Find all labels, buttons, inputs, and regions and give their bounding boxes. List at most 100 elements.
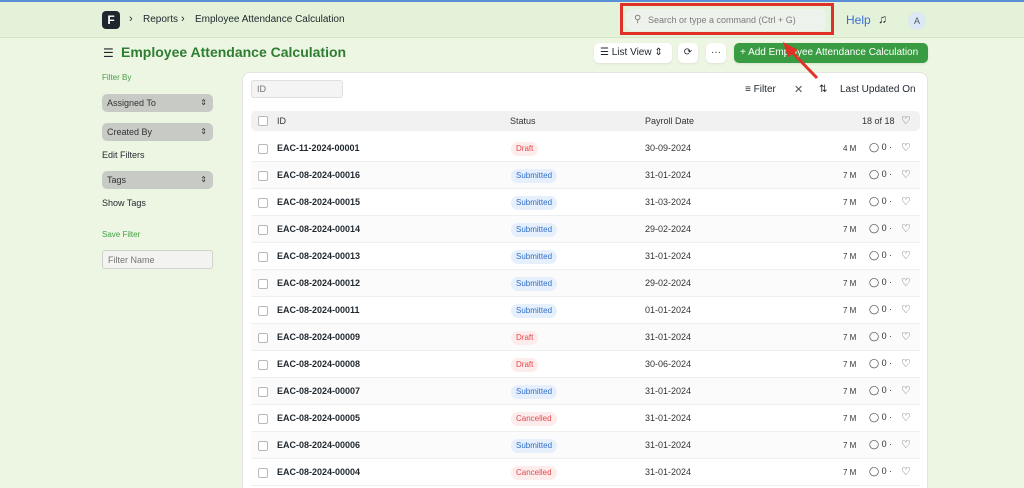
heart-icon[interactable]: ♡ xyxy=(901,465,911,478)
row-id[interactable]: EAC-11-2024-00001 xyxy=(277,143,360,153)
sort-icon[interactable]: ⇅ xyxy=(819,84,827,95)
breadcrumb-current[interactable]: Employee Attendance Calculation xyxy=(195,14,345,25)
row-modified: 7 M xyxy=(843,414,857,423)
row-checkbox[interactable] xyxy=(258,468,268,478)
table-row[interactable]: EAC-11-2024-00001 Draft 30-09-2024 4 M ◯… xyxy=(251,135,920,162)
row-id[interactable]: EAC-08-2024-00006 xyxy=(277,440,360,450)
heart-icon[interactable]: ♡ xyxy=(901,114,911,127)
filter-button[interactable]: ≡ Filter xyxy=(745,84,776,95)
heart-icon[interactable]: ♡ xyxy=(901,411,911,424)
row-payroll-date: 31-01-2024 xyxy=(645,170,692,180)
avatar[interactable]: A xyxy=(908,12,926,30)
app-logo[interactable]: F xyxy=(102,11,120,29)
row-checkbox[interactable] xyxy=(258,252,268,262)
table-row[interactable]: EAC-08-2024-00011 Submitted 01-01-2024 7… xyxy=(251,297,920,324)
id-filter-input[interactable] xyxy=(251,80,343,98)
row-checkbox[interactable] xyxy=(258,144,268,154)
assigned-to-select[interactable]: Assigned To ⇕ xyxy=(102,94,213,112)
heart-icon[interactable]: ♡ xyxy=(901,195,911,208)
row-id[interactable]: EAC-08-2024-00011 xyxy=(277,305,360,315)
row-modified: 7 M xyxy=(843,225,857,234)
add-button[interactable]: + Add Employee Attendance Calculation xyxy=(734,43,928,63)
heart-icon[interactable]: ♡ xyxy=(901,438,911,451)
row-id[interactable]: EAC-08-2024-00014 xyxy=(277,224,360,234)
created-by-select[interactable]: Created By ⇕ xyxy=(102,123,213,141)
breadcrumb-reports[interactable]: Reports xyxy=(143,14,178,25)
row-checkbox[interactable] xyxy=(258,279,268,289)
row-id[interactable]: EAC-08-2024-00013 xyxy=(277,251,360,261)
row-modified: 7 M xyxy=(843,360,857,369)
col-status: Status xyxy=(510,116,536,126)
row-checkbox[interactable] xyxy=(258,441,268,451)
comment-icon: ◯ xyxy=(869,304,880,314)
heart-icon[interactable]: ♡ xyxy=(901,141,911,154)
refresh-button[interactable]: ⟳ xyxy=(678,43,698,63)
row-payroll-date: 31-01-2024 xyxy=(645,413,692,423)
table-row[interactable]: EAC-08-2024-00014 Submitted 29-02-2024 7… xyxy=(251,216,920,243)
row-payroll-date: 31-01-2024 xyxy=(645,440,692,450)
row-checkbox[interactable] xyxy=(258,360,268,370)
filter-by-heading: Filter By xyxy=(102,73,132,82)
filter-name-input[interactable] xyxy=(102,250,213,269)
row-checkbox[interactable] xyxy=(258,414,268,424)
edit-filters-link[interactable]: Edit Filters xyxy=(102,150,145,160)
heart-icon[interactable]: ♡ xyxy=(901,384,911,397)
row-modified: 7 M xyxy=(843,306,857,315)
row-checkbox[interactable] xyxy=(258,225,268,235)
row-checkbox[interactable] xyxy=(258,333,268,343)
row-id[interactable]: EAC-08-2024-00009 xyxy=(277,332,360,342)
row-payroll-date: 30-09-2024 xyxy=(645,143,692,153)
show-tags-link[interactable]: Show Tags xyxy=(102,198,146,208)
table-row[interactable]: EAC-08-2024-00004 Cancelled 31-01-2024 7… xyxy=(251,459,920,486)
list-view-button[interactable]: ☰ List View ⇕ xyxy=(594,43,672,63)
menu-icon[interactable]: ☰ xyxy=(103,46,114,60)
heart-icon[interactable]: ♡ xyxy=(901,222,911,235)
row-checkbox[interactable] xyxy=(258,306,268,316)
row-id[interactable]: EAC-08-2024-00005 xyxy=(277,413,360,423)
heart-icon[interactable]: ♡ xyxy=(901,330,911,343)
updown-icon: ⇕ xyxy=(200,98,207,107)
row-id[interactable]: EAC-08-2024-00007 xyxy=(277,386,360,396)
table-row[interactable]: EAC-08-2024-00009 Draft 31-01-2024 7 M ◯… xyxy=(251,324,920,351)
comment-icon: ◯ xyxy=(869,169,880,179)
row-checkbox[interactable] xyxy=(258,198,268,208)
chevron-right-icon: › xyxy=(181,13,185,25)
bell-icon[interactable]: ♫ xyxy=(878,12,887,26)
heart-icon[interactable]: ♡ xyxy=(901,168,911,181)
comment-count: ◯ 0 · xyxy=(869,412,893,422)
heart-icon[interactable]: ♡ xyxy=(901,303,911,316)
row-id[interactable]: EAC-08-2024-00008 xyxy=(277,359,360,369)
row-checkbox[interactable] xyxy=(258,387,268,397)
comment-count: ◯ 0 · xyxy=(869,439,893,449)
heart-icon[interactable]: ♡ xyxy=(901,276,911,289)
heart-icon[interactable]: ♡ xyxy=(901,357,911,370)
row-id[interactable]: EAC-08-2024-00004 xyxy=(277,467,360,477)
heart-icon[interactable]: ♡ xyxy=(901,249,911,262)
table-row[interactable]: EAC-08-2024-00013 Submitted 31-01-2024 7… xyxy=(251,243,920,270)
clear-filter-icon[interactable]: ✕ xyxy=(794,83,803,96)
comment-value: 0 xyxy=(881,304,887,314)
row-id[interactable]: EAC-08-2024-00012 xyxy=(277,278,360,288)
comment-value: 0 xyxy=(881,142,887,152)
table-row[interactable]: EAC-08-2024-00006 Submitted 31-01-2024 7… xyxy=(251,432,920,459)
row-id[interactable]: EAC-08-2024-00016 xyxy=(277,170,360,180)
table-row[interactable]: EAC-08-2024-00008 Draft 30-06-2024 7 M ◯… xyxy=(251,351,920,378)
help-link[interactable]: Help xyxy=(846,13,871,27)
more-button[interactable]: ··· xyxy=(706,43,726,63)
table-row[interactable]: EAC-08-2024-00012 Submitted 29-02-2024 7… xyxy=(251,270,920,297)
row-payroll-date: 31-01-2024 xyxy=(645,332,692,342)
table-row[interactable]: EAC-08-2024-00005 Cancelled 31-01-2024 7… xyxy=(251,405,920,432)
filter-icon: ≡ xyxy=(745,84,751,95)
row-checkbox[interactable] xyxy=(258,171,268,181)
comment-count: ◯ 0 · xyxy=(869,304,893,314)
select-all-checkbox[interactable] xyxy=(258,116,268,126)
table-row[interactable]: EAC-08-2024-00007 Submitted 31-01-2024 7… xyxy=(251,378,920,405)
tags-select[interactable]: Tags ⇕ xyxy=(102,171,213,189)
sort-label[interactable]: Last Updated On xyxy=(840,84,916,95)
created-by-label: Created By xyxy=(107,127,153,137)
table-row[interactable]: EAC-08-2024-00015 Submitted 31-03-2024 7… xyxy=(251,189,920,216)
row-id[interactable]: EAC-08-2024-00015 xyxy=(277,197,360,207)
comment-icon: ◯ xyxy=(869,277,880,287)
table-row[interactable]: EAC-08-2024-00016 Submitted 31-01-2024 7… xyxy=(251,162,920,189)
row-payroll-date: 31-01-2024 xyxy=(645,251,692,261)
